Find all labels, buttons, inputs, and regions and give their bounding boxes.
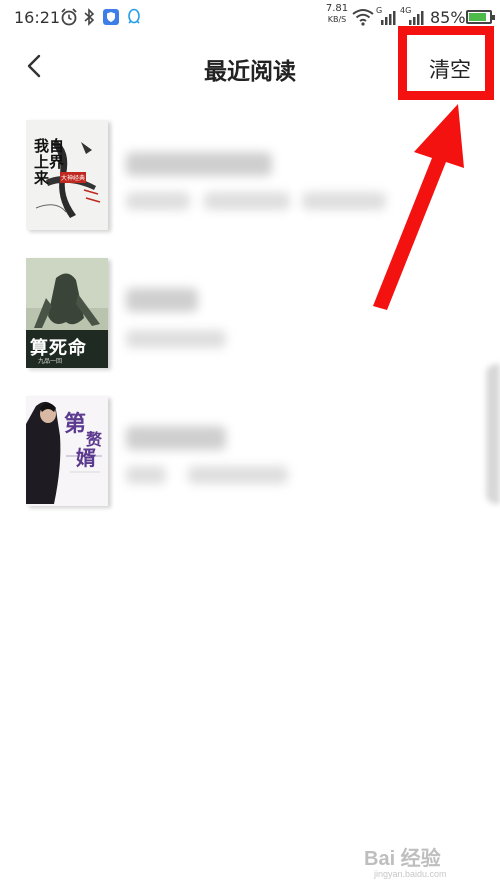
watermark-text: Bai 经验	[364, 848, 441, 870]
book-cover: 算死命 九品一回	[26, 258, 108, 368]
scroll-handle[interactable]	[486, 364, 500, 504]
book-title-blurred	[126, 152, 272, 176]
wifi-icon	[352, 9, 374, 26]
network-speed-value: 7.81	[325, 3, 349, 14]
battery-percent: 85%	[430, 8, 466, 27]
book-meta-blurred	[188, 466, 288, 484]
alarm-icon	[61, 8, 77, 26]
book-cover-author: 九品一回	[38, 358, 63, 365]
book-cover-title-char: 婿	[76, 446, 96, 470]
book-cover: 第 赘 婿	[26, 396, 108, 506]
status-time: 16:21	[14, 8, 61, 27]
book-meta-blurred	[126, 330, 226, 348]
book-cover-title-char: 第	[64, 412, 87, 437]
security-app-icon	[103, 9, 119, 25]
signal-4g-icon	[409, 11, 424, 25]
highlight-annotation-box	[398, 26, 494, 100]
network-speed-unit: KB/S	[327, 15, 347, 24]
battery-icon	[466, 10, 495, 24]
watermark-url: jingyan.baidu.com	[374, 869, 447, 879]
network-speed: 7.81 KB/S	[323, 3, 351, 25]
book-cover: 我自上界来 大神经典	[26, 120, 108, 230]
book-title-blurred	[126, 426, 226, 450]
qq-icon	[128, 8, 140, 24]
book-cover-tag: 大神经典	[60, 172, 87, 183]
book-item[interactable]: 算死命 九品一回	[0, 258, 500, 370]
book-item[interactable]: 第 赘 婿	[0, 396, 500, 508]
book-meta-blurred	[302, 192, 386, 210]
bluetooth-icon	[84, 8, 95, 26]
book-meta-blurred	[204, 192, 290, 210]
book-meta-blurred	[126, 192, 190, 210]
book-meta-blurred	[126, 466, 166, 484]
book-item[interactable]: 我自上界来 大神经典	[0, 120, 500, 232]
book-title-blurred	[126, 288, 198, 312]
battery-fill	[469, 13, 486, 21]
baidu-jingyan-watermark: Bai 经验 jingyan.baidu.com	[362, 842, 492, 886]
signal-icon	[381, 11, 396, 25]
